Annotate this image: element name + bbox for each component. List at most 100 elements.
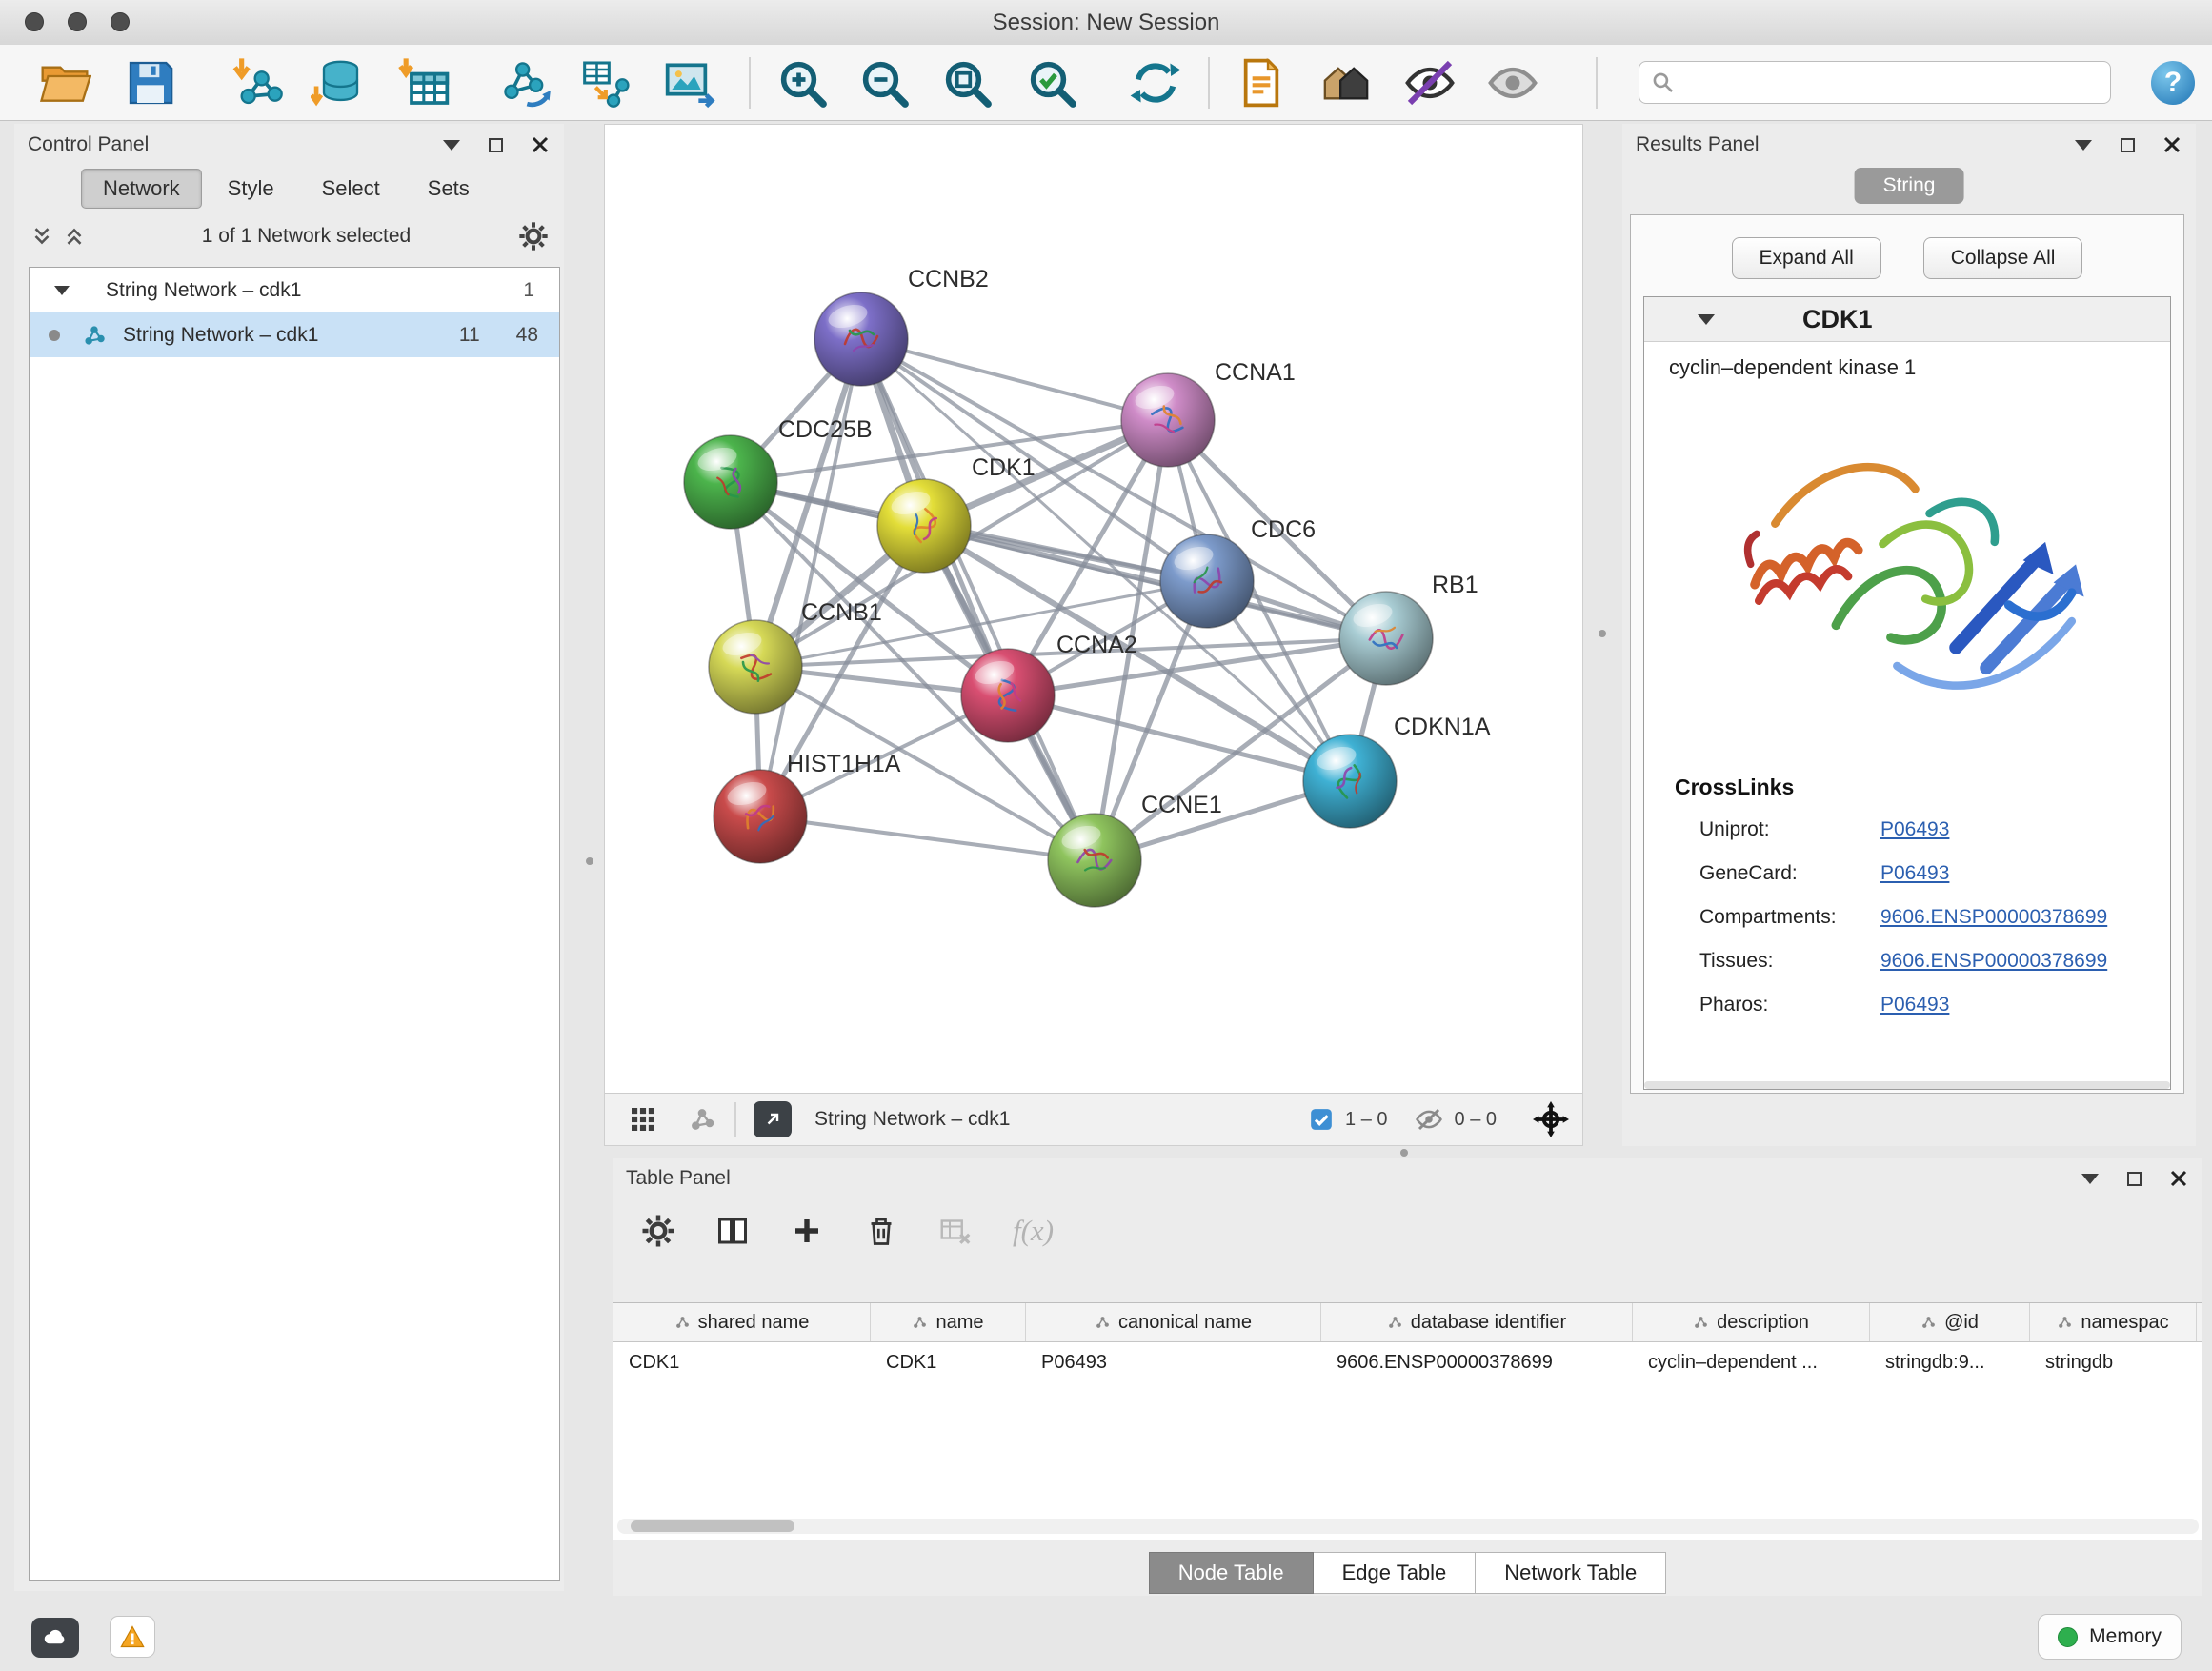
delete-column-icon[interactable] (864, 1214, 898, 1248)
network-node-ccna1[interactable] (1121, 373, 1215, 467)
column-header-canonical-name[interactable]: canonical name (1026, 1303, 1321, 1341)
search-box[interactable] (1639, 61, 2111, 104)
toggle-visibility-icon[interactable] (1403, 56, 1457, 110)
zoom-selected-icon[interactable] (1025, 56, 1078, 110)
import-network-icon[interactable] (231, 56, 284, 110)
table-row[interactable]: CDK1CDK1P064939606.ENSP00000378699cyclin… (613, 1342, 2202, 1382)
tab-style[interactable]: Style (206, 169, 296, 209)
crosslink-value-link[interactable]: P06493 (1880, 862, 1949, 885)
search-input[interactable] (1683, 70, 2110, 94)
network-node-ccna2[interactable] (961, 649, 1055, 742)
eye-icon[interactable] (1486, 56, 1539, 110)
merge-network-icon[interactable] (498, 56, 552, 110)
show-columns-icon[interactable] (715, 1214, 750, 1248)
expand-all-button[interactable]: Expand All (1732, 237, 1881, 279)
network-edge[interactable] (861, 339, 1095, 860)
panel-float-icon[interactable] (489, 138, 503, 152)
right-splitter-handle[interactable] (1599, 630, 1606, 637)
network-node-rb1[interactable] (1339, 592, 1433, 685)
crosslink-value-link[interactable]: P06493 (1880, 818, 1949, 841)
refresh-view-icon[interactable] (1129, 56, 1182, 110)
protein-collapse-icon[interactable] (1698, 314, 1715, 325)
help-button[interactable]: ? (2151, 61, 2195, 105)
column-header--id[interactable]: @id (1870, 1303, 2030, 1341)
warnings-button[interactable] (110, 1616, 155, 1658)
open-session-icon[interactable] (38, 56, 91, 110)
panel-close-icon[interactable] (2163, 136, 2181, 153)
network-node-ccnb1[interactable] (709, 620, 802, 714)
add-column-icon[interactable] (790, 1214, 824, 1248)
network-from-table-icon[interactable] (580, 56, 633, 110)
window-controls[interactable] (25, 12, 130, 31)
tab-node-table[interactable]: Node Table (1149, 1552, 1314, 1594)
zoom-out-icon[interactable] (857, 56, 911, 110)
hidden-eye-slash-icon[interactable] (1415, 1105, 1443, 1134)
table-cell[interactable]: CDK1 (613, 1352, 871, 1374)
collapse-all-button[interactable]: Collapse All (1923, 237, 2083, 279)
table-cell[interactable]: P06493 (1026, 1352, 1321, 1374)
network-options-gear-icon[interactable] (518, 221, 549, 252)
table-cell[interactable]: CDK1 (871, 1352, 1026, 1374)
grid-view-icon[interactable] (628, 1104, 658, 1135)
protein-card-header[interactable]: CDK1 (1644, 297, 2170, 342)
panel-collapse-icon[interactable] (2081, 1174, 2099, 1184)
table-cell[interactable]: cyclin–dependent ... (1633, 1352, 1870, 1374)
expand-all-networks-icon[interactable] (30, 224, 54, 249)
column-header-database-identifier[interactable]: database identifier (1321, 1303, 1633, 1341)
close-window-icon[interactable] (25, 12, 44, 31)
zoom-in-icon[interactable] (775, 56, 829, 110)
network-node-cdc6[interactable] (1160, 534, 1254, 628)
scrollbar-thumb[interactable] (631, 1520, 794, 1532)
save-session-icon[interactable] (124, 56, 177, 110)
home-icon[interactable] (1319, 56, 1373, 110)
cloud-status-button[interactable] (31, 1618, 79, 1658)
open-in-new-window-button[interactable] (754, 1101, 792, 1137)
panel-close-icon[interactable] (2170, 1170, 2187, 1187)
panel-close-icon[interactable] (532, 136, 549, 153)
network-node-hist1h1a[interactable] (714, 770, 807, 863)
tab-edge-table[interactable]: Edge Table (1314, 1552, 1477, 1594)
network-canvas[interactable]: CCNB2CCNA1CDC25BCDK1CDC6RB1CCNB1CCNA2CDK… (605, 125, 1582, 1093)
tree-expand-icon[interactable] (54, 286, 70, 295)
network-node-cdk1[interactable] (877, 479, 971, 573)
memory-button[interactable]: Memory (2038, 1614, 2182, 1660)
tab-select[interactable]: Select (300, 169, 402, 209)
table-cell[interactable]: stringdb (2030, 1352, 2197, 1374)
network-edge[interactable] (760, 816, 1095, 860)
annotation-clipboard-icon[interactable] (1235, 56, 1288, 110)
bottom-splitter-handle[interactable] (1400, 1149, 1408, 1157)
maximize-window-icon[interactable] (111, 12, 130, 31)
network-row-selected[interactable]: String Network – cdk1 11 48 (30, 312, 559, 357)
network-node-ccnb2[interactable] (814, 292, 908, 386)
network-edge[interactable] (760, 339, 861, 816)
network-node-ccne1[interactable] (1048, 814, 1141, 907)
crosslink-value-link[interactable]: 9606.ENSP00000378699 (1880, 950, 2107, 973)
tab-string[interactable]: String (1855, 168, 1964, 204)
zoom-fit-icon[interactable] (940, 56, 994, 110)
tab-network[interactable]: Network (81, 169, 202, 209)
column-header-description[interactable]: description (1633, 1303, 1870, 1341)
results-scrollbar[interactable] (1644, 1081, 2170, 1089)
table-options-gear-icon[interactable] (641, 1214, 675, 1248)
network-node-cdc25b[interactable] (684, 435, 777, 529)
minimize-window-icon[interactable] (68, 12, 87, 31)
import-table-icon[interactable] (398, 56, 452, 110)
network-node-cdkn1a[interactable] (1303, 735, 1397, 828)
left-splitter-handle[interactable] (586, 857, 593, 865)
birdseye-view-icon[interactable] (687, 1104, 717, 1135)
column-header-shared-name[interactable]: shared name (613, 1303, 871, 1341)
fit-selected-crosshair-icon[interactable] (1533, 1101, 1569, 1137)
export-image-icon[interactable] (663, 56, 716, 110)
panel-float-icon[interactable] (2127, 1172, 2142, 1186)
network-view[interactable]: CCNB2CCNA1CDC25BCDK1CDC6RB1CCNB1CCNA2CDK… (604, 124, 1583, 1146)
crosslink-value-link[interactable]: P06493 (1880, 994, 1949, 1017)
tab-sets[interactable]: Sets (406, 169, 492, 209)
table-cell[interactable]: stringdb:9... (1870, 1352, 2030, 1374)
table-cell[interactable]: 9606.ENSP00000378699 (1321, 1352, 1633, 1374)
panel-collapse-icon[interactable] (443, 140, 460, 151)
import-database-icon[interactable] (311, 56, 364, 110)
column-header-namespac[interactable]: namespac (2030, 1303, 2197, 1341)
crosslink-value-link[interactable]: 9606.ENSP00000378699 (1880, 906, 2107, 929)
column-header-name[interactable]: name (871, 1303, 1026, 1341)
collapse-all-networks-icon[interactable] (62, 224, 87, 249)
